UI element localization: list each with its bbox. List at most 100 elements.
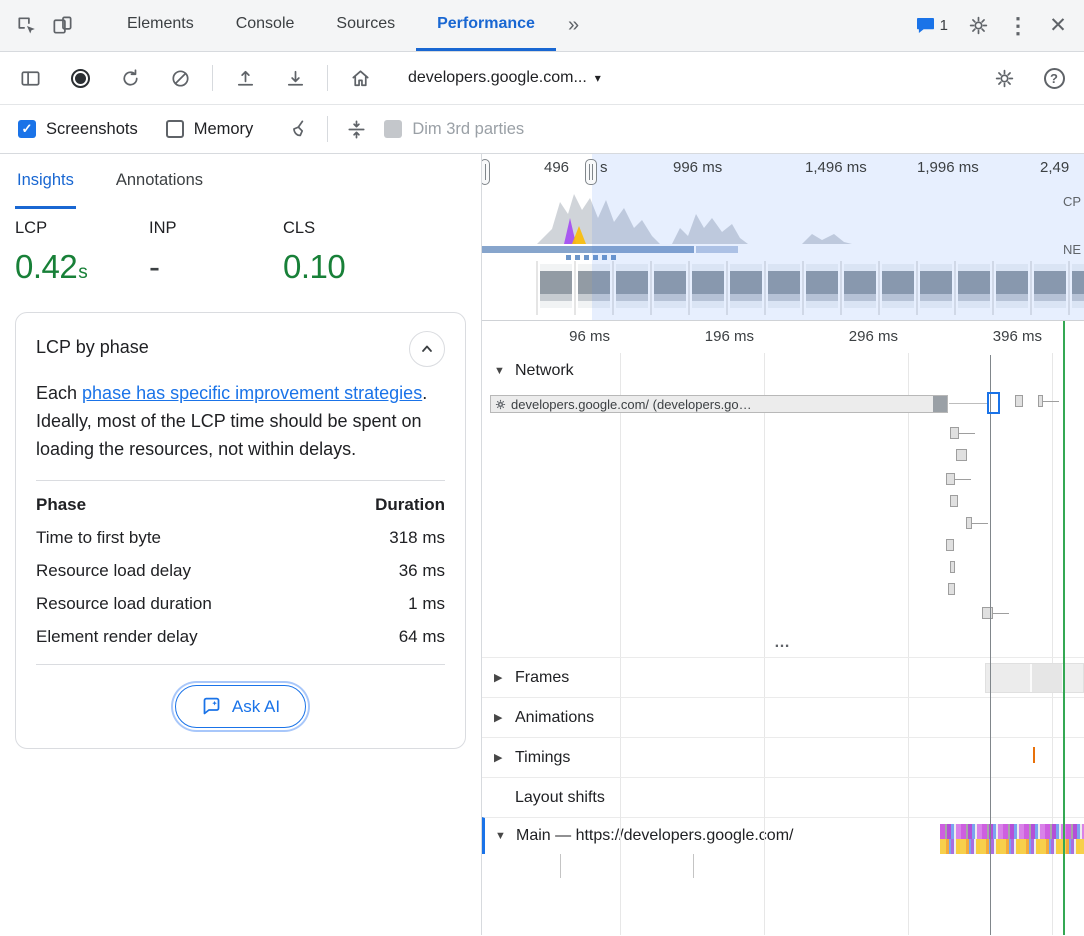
metric-lcp[interactable]: LCP 0.42s [15,219,149,286]
network-request-bar[interactable] [956,449,967,461]
network-request-bar[interactable]: developers.google.com/ (developers.go… [490,395,948,413]
tab-annotations[interactable]: Annotations [114,154,205,209]
timeline-overview[interactable]: 496 s 996 ms 1,496 ms 1,996 ms 2,49 CP N… [482,154,1084,321]
panel-tabs: Elements Console Sources Performance [106,0,556,51]
timeline-detail: 96 ms 196 ms 296 ms 396 ms ▼ Network [482,321,1084,935]
selected-request-highlight[interactable] [987,392,1000,414]
network-track-header[interactable]: ▼ Network [482,353,1084,389]
screenshot-thumbnail[interactable] [538,261,574,315]
ask-ai-button[interactable]: Ask AI [175,685,306,728]
collapsed-tracks-toggle[interactable]: … [482,635,1084,657]
screenshot-thumbnail[interactable] [1070,261,1084,315]
kebab-menu-icon[interactable]: ⋮ [1000,8,1036,44]
issues-counter[interactable]: 1 [908,17,956,34]
network-request-bar[interactable] [950,427,959,439]
screenshot-thumbnail[interactable] [652,261,688,315]
checkbox-checked-icon[interactable]: ✓ [18,120,36,138]
screenshot-thumbnail[interactable] [1032,261,1068,315]
screenshot-thumbnail[interactable] [804,261,840,315]
help-icon[interactable]: ? [1036,60,1072,96]
history-url-select[interactable]: developers.google.com... ▾ [408,69,601,87]
sidebar-tabs: Insights Annotations [0,154,481,209]
tab-sources[interactable]: Sources [315,0,416,51]
frame-blocks[interactable] [985,663,1084,693]
collect-garbage-icon[interactable] [281,111,317,147]
network-overview-requests [566,255,618,260]
tab-console[interactable]: Console [215,0,316,51]
expand-triangle-icon[interactable]: ▼ [494,365,507,377]
screenshot-thumbnail[interactable] [614,261,650,315]
network-request-bar[interactable] [950,561,955,573]
screenshot-thumbnail[interactable] [690,261,726,315]
expand-triangle-icon[interactable]: ▼ [495,830,508,842]
tab-elements[interactable]: Elements [106,0,215,51]
collapse-card-button[interactable] [409,331,445,367]
metric-cls[interactable]: CLS 0.10 [283,219,417,286]
load-profile-icon[interactable] [227,60,263,96]
reload-and-record-icon[interactable] [112,60,148,96]
screenshot-thumbnail[interactable] [842,261,878,315]
layout-shifts-track-header[interactable]: Layout shifts [482,777,1084,817]
table-row: Resource load delay36 ms [36,561,445,581]
overview-time-label: 1,996 ms [917,159,979,176]
network-request-bar[interactable] [946,539,954,551]
ask-ai-sparkle-icon [201,696,222,717]
metric-inp[interactable]: INP - [149,219,283,286]
screenshot-thumbnail[interactable] [956,261,992,315]
collapsed-triangle-icon[interactable]: ▶ [494,751,507,764]
screenshot-thumbnail[interactable] [576,261,612,315]
collapsed-triangle-icon[interactable]: ▶ [494,671,507,684]
home-icon[interactable] [342,60,378,96]
record-button[interactable] [62,60,98,96]
memory-checkbox[interactable]: Memory [166,120,254,139]
network-request-bar[interactable] [1015,395,1023,407]
table-header: PhaseDuration [36,495,445,515]
card-title: LCP by phase [36,331,149,358]
save-profile-icon[interactable] [277,60,313,96]
task-tick [693,854,694,878]
animations-track-header[interactable]: ▶ Animations [482,697,1084,737]
overview-right-handle[interactable] [585,159,597,185]
screenshot-thumbnail[interactable] [766,261,802,315]
clear-recording-icon[interactable] [162,60,198,96]
collapse-flame-chart-icon[interactable] [338,111,374,147]
net-lane-label: NE [1063,242,1081,257]
frames-track-header[interactable]: ▶ Frames [482,657,1084,697]
screenshot-thumbnail[interactable] [500,261,536,315]
network-request-bar[interactable] [966,517,972,529]
screenshot-thumbnail[interactable] [880,261,916,315]
overview-time-label: 1,496 ms [805,159,867,176]
dim-3rd-parties-checkbox[interactable]: Dim 3rd parties [384,120,524,139]
network-track[interactable]: developers.google.com/ (developers.go… [482,389,1084,635]
screenshot-thumbnail[interactable] [994,261,1030,315]
network-request-bar[interactable] [946,473,955,485]
task-tick [560,854,561,878]
timing-marker[interactable] [1033,747,1035,763]
timings-track-header[interactable]: ▶ Timings [482,737,1084,777]
network-request-bar[interactable] [950,495,958,507]
insights-sidebar: Insights Annotations LCP 0.42s INP - CLS… [0,154,482,935]
network-request-bar[interactable] [1038,395,1043,407]
overview-left-handle[interactable] [482,159,490,185]
device-toolbar-icon[interactable] [44,8,80,44]
checkbox-empty-icon[interactable] [166,120,184,138]
tab-insights[interactable]: Insights [15,154,76,209]
issues-count: 1 [940,17,948,34]
dim-3rd-parties-label: Dim 3rd parties [412,120,524,139]
tab-performance[interactable]: Performance [416,0,556,51]
screenshot-thumbnail[interactable] [728,261,764,315]
toggle-sidebar-icon[interactable] [12,60,48,96]
phase-strategies-link[interactable]: phase has specific improvement strategie… [82,383,422,403]
inspect-element-icon[interactable] [8,8,44,44]
settings-gear-icon[interactable] [960,8,996,44]
collapsed-triangle-icon[interactable]: ▶ [494,711,507,724]
network-request-bar[interactable] [948,583,955,595]
more-tabs-icon[interactable]: » [556,14,591,37]
screenshots-checkbox[interactable]: ✓ Screenshots [18,120,138,139]
close-icon[interactable]: ✕ [1040,8,1076,44]
capture-settings-gear-icon[interactable] [986,60,1022,96]
screenshot-thumbnail[interactable] [918,261,954,315]
core-web-vitals-summary: LCP 0.42s INP - CLS 0.10 [0,209,481,290]
network-request-bar[interactable] [982,607,993,619]
divider [36,664,445,665]
